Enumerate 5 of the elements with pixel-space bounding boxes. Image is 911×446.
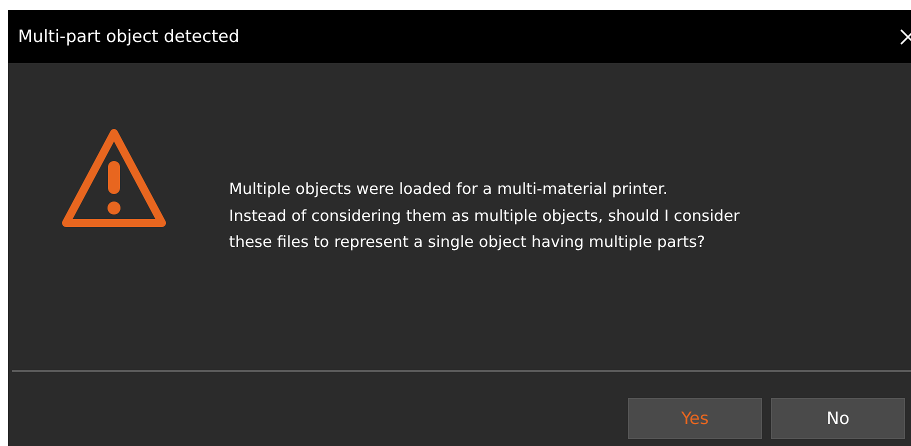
no-button[interactable]: No — [771, 398, 905, 439]
close-icon[interactable] — [900, 28, 911, 44]
warning-icon — [60, 127, 168, 229]
message-text: Multiple objects were loaded for a multi-material printer. Instead of considering them as multiple objects, should I consider these files to represent a single object having multiple parts? — [229, 179, 740, 253]
window-title: Multi-part object detected — [18, 26, 240, 46]
